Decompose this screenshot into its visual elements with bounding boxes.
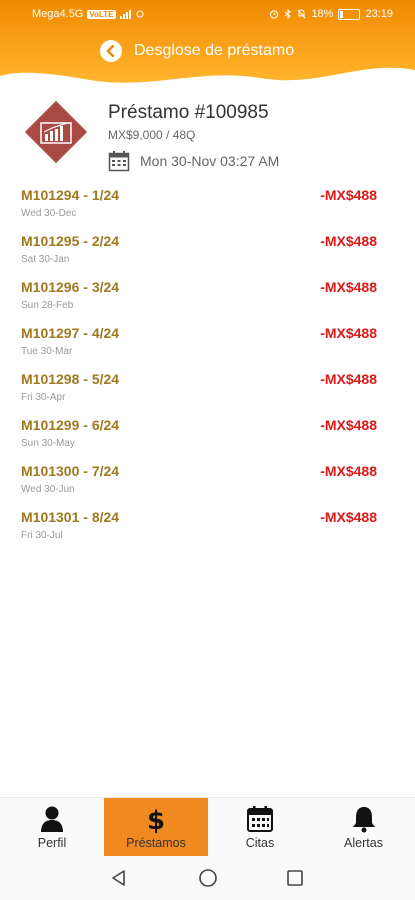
installment-row[interactable]: M101301 - 8/24 Fri 30-Jul -MX$488: [21, 507, 377, 553]
triangle-back-icon: [112, 870, 125, 886]
calendar-icon: [247, 805, 273, 832]
nav-alertas-label: Alertas: [344, 835, 383, 850]
signal-icon: [119, 9, 131, 19]
battery-icon: [338, 8, 361, 20]
system-home-button[interactable]: [196, 866, 220, 890]
loan-title: Préstamo #100985: [108, 102, 269, 123]
installment-code: M101301 - 8/24: [21, 509, 120, 525]
system-recents-button[interactable]: [283, 866, 307, 890]
installment-amount: -MX$488: [320, 463, 377, 479]
installment-row[interactable]: M101298 - 5/24 Fri 30-Apr -MX$488: [21, 369, 377, 415]
loan-date-row: Mon 30-Nov 03:27 AM: [108, 150, 279, 172]
loan-summary: Préstamo #100985 MX$9,000 / 48Q Mon 30-N…: [22, 98, 402, 178]
app-header: Mega4.5G VoLTE 18% 23:19 Desglose de pré…: [0, 0, 415, 92]
installment-amount: -MX$488: [320, 417, 377, 433]
installment-amount: -MX$488: [320, 233, 377, 249]
installment-code: M101295 - 2/24: [21, 233, 120, 249]
installment-list: M101294 - 1/24 Wed 30-Dec -MX$488 M10129…: [21, 185, 377, 553]
bluetooth-icon: [285, 9, 292, 19]
installment-code: M101294 - 1/24: [21, 187, 120, 203]
installment-date: Sun 28-Feb: [21, 300, 74, 311]
installment-amount: -MX$488: [320, 187, 377, 203]
nav-citas[interactable]: Citas: [208, 798, 312, 856]
mute-bell-icon: [298, 9, 306, 19]
bottom-navigation: Perfil $ Préstamos Citas Alertas: [0, 797, 415, 856]
nav-perfil[interactable]: Perfil: [0, 798, 104, 856]
loan-amount-term: MX$9,000 / 48Q: [108, 128, 196, 142]
nav-alertas[interactable]: Alertas: [312, 798, 415, 856]
installment-code: M101300 - 7/24: [21, 463, 120, 479]
calendar-icon: [108, 151, 130, 172]
alarm-icon: [270, 10, 279, 19]
sync-icon: [136, 10, 144, 18]
chart-growth-icon: [24, 100, 88, 164]
installment-date: Fri 30-Jul: [21, 530, 63, 541]
nav-citas-label: Citas: [245, 835, 275, 850]
installment-amount: -MX$488: [320, 325, 377, 341]
nav-prestamos-label: Préstamos: [126, 835, 186, 850]
bell-icon: [352, 806, 375, 832]
installment-code: M101297 - 4/24: [21, 325, 120, 341]
installment-date: Wed 30-Jun: [21, 484, 75, 495]
title-bar: Desglose de préstamo: [100, 40, 294, 62]
installment-amount: -MX$488: [320, 509, 377, 525]
installment-amount: -MX$488: [320, 371, 377, 387]
installment-date: Sun 30-May: [21, 438, 75, 449]
person-icon: [41, 806, 63, 832]
system-navigation-bar: [0, 856, 415, 900]
status-bar: Mega4.5G VoLTE 18% 23:19: [0, 0, 415, 28]
installment-code: M101299 - 6/24: [21, 417, 120, 433]
clock-time: 23:19: [365, 8, 393, 20]
square-recents-icon: [287, 870, 303, 886]
installment-row[interactable]: M101295 - 2/24 Sat 30-Jan -MX$488: [21, 231, 377, 277]
installment-code: M101298 - 5/24: [21, 371, 120, 387]
back-button[interactable]: [100, 40, 122, 62]
nav-perfil-label: Perfil: [37, 835, 67, 850]
system-back-button[interactable]: [107, 866, 131, 890]
installment-row[interactable]: M101297 - 4/24 Tue 30-Mar -MX$488: [21, 323, 377, 369]
installment-code: M101296 - 3/24: [21, 279, 120, 295]
installment-date: Sat 30-Jan: [21, 254, 70, 265]
dollar-icon: $: [147, 806, 165, 833]
loan-date: Mon 30-Nov 03:27 AM: [140, 153, 280, 169]
battery-percent: 18%: [311, 8, 334, 20]
installment-date: Fri 30-Apr: [21, 392, 66, 403]
volte-badge: VoLTE: [87, 9, 116, 19]
installment-row[interactable]: M101294 - 1/24 Wed 30-Dec -MX$488: [21, 185, 377, 231]
installment-row[interactable]: M101300 - 7/24 Wed 30-Jun -MX$488: [21, 461, 377, 507]
carrier-label: Mega4.5G: [32, 8, 84, 20]
circle-home-icon: [199, 869, 217, 887]
installment-row[interactable]: M101296 - 3/24 Sun 28-Feb -MX$488: [21, 277, 377, 323]
page-title: Desglose de préstamo: [134, 42, 295, 59]
nav-prestamos[interactable]: $ Préstamos: [104, 798, 208, 856]
chevron-left-icon: [106, 45, 115, 57]
installment-date: Wed 30-Dec: [21, 208, 77, 219]
svg-text:$: $: [147, 806, 165, 833]
installment-amount: -MX$488: [320, 279, 377, 295]
installment-date: Tue 30-Mar: [21, 346, 73, 357]
installment-row[interactable]: M101299 - 6/24 Sun 30-May -MX$488: [21, 415, 377, 461]
